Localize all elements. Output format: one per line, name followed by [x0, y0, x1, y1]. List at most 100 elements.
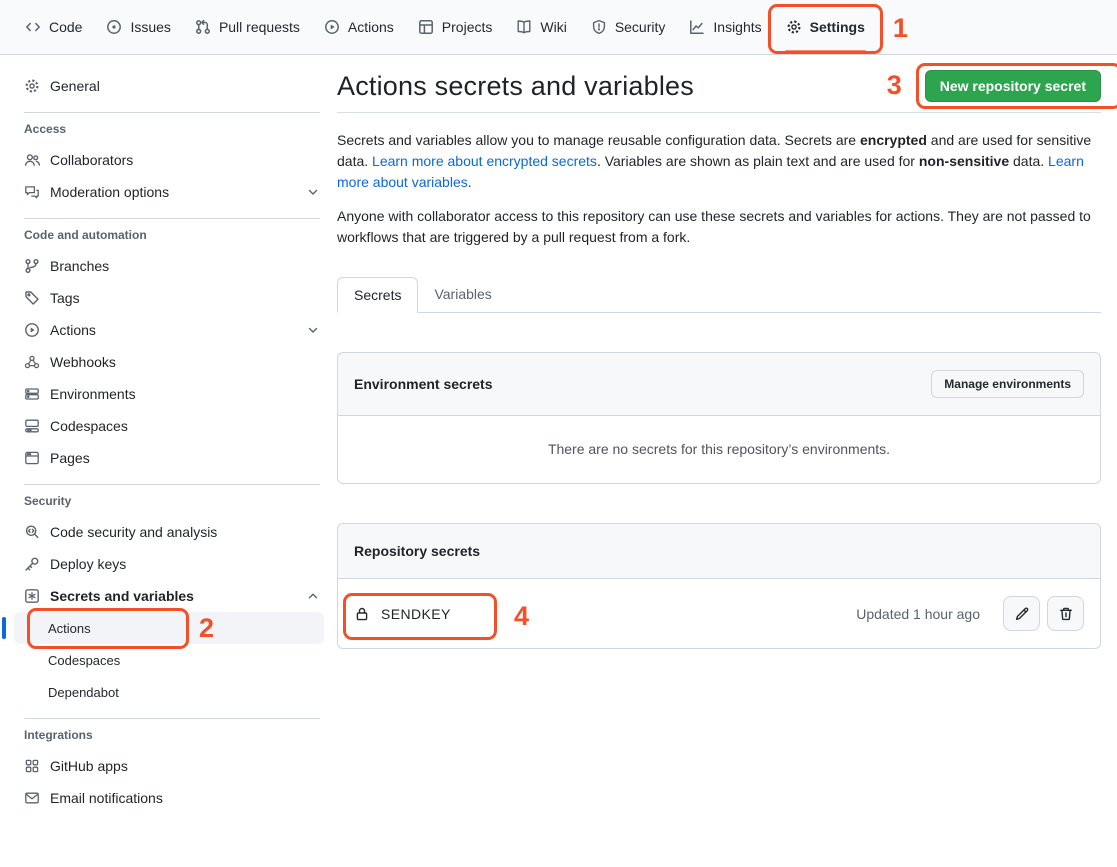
annotation-number-3: 3: [887, 72, 902, 99]
key-icon: [24, 556, 40, 572]
section-header-code-automation: Code and automation: [24, 228, 320, 242]
chevron-down-icon: [306, 185, 320, 199]
tab-label: Projects: [442, 19, 493, 35]
pencil-icon: [1014, 606, 1030, 622]
sidebar-subitem-codespaces[interactable]: Codespaces: [14, 644, 324, 676]
sidebar-item-label: Secrets and variables: [50, 588, 194, 604]
trash-icon: [1058, 606, 1074, 622]
sidebar-item-label: Branches: [50, 258, 109, 274]
title-divider: [337, 112, 1101, 113]
sidebar-item-label: Environments: [50, 386, 136, 402]
tab-wiki[interactable]: Wiki: [505, 11, 577, 43]
book-icon: [516, 19, 532, 35]
environment-secrets-title: Environment secrets: [354, 376, 493, 392]
sidebar-item-label: Tags: [50, 290, 80, 306]
code-icon: [25, 19, 41, 35]
collaborator-paragraph: Anyone with collaborator access to this …: [337, 206, 1101, 248]
divider: [24, 718, 320, 719]
sidebar-item-general[interactable]: General: [24, 70, 320, 102]
people-icon: [24, 152, 40, 168]
sidebar-item-label: Codespaces: [50, 418, 128, 434]
sidebar-subitem-label: Dependabot: [48, 685, 119, 700]
environment-secrets-panel: Environment secrets Manage environments …: [337, 352, 1101, 484]
sidebar-subitem-actions[interactable]: Actions 2: [14, 612, 324, 644]
gear-icon: [786, 19, 802, 35]
tab-secrets[interactable]: Secrets: [337, 277, 418, 313]
sidebar-item-code-security[interactable]: Code security and analysis: [24, 516, 320, 548]
sidebar-item-codespaces[interactable]: Codespaces: [24, 410, 320, 442]
sidebar-item-label: Moderation options: [50, 184, 169, 200]
sidebar-subitem-label: Codespaces: [48, 653, 120, 668]
sidebar-item-moderation-options[interactable]: Moderation options: [24, 176, 320, 208]
sidebar-item-label: General: [50, 78, 100, 94]
shield-icon: [591, 19, 607, 35]
main-content: Actions secrets and variables New reposi…: [337, 70, 1101, 649]
tab-actions[interactable]: Actions: [313, 11, 405, 43]
sidebar-subitem-dependabot[interactable]: Dependabot: [14, 676, 324, 708]
environment-secrets-header: Environment secrets Manage environments: [338, 353, 1100, 416]
tab-insights[interactable]: Insights: [678, 11, 772, 43]
sidebar-item-github-apps[interactable]: GitHub apps: [24, 750, 320, 782]
annotation-number-2: 2: [199, 615, 214, 642]
sidebar-item-secrets-and-variables[interactable]: Secrets and variables: [24, 580, 320, 612]
intro-text: data.: [1009, 153, 1048, 169]
tab-settings[interactable]: Settings: [775, 11, 876, 43]
tab-label: Insights: [713, 19, 761, 35]
sidebar-item-branches[interactable]: Branches: [24, 250, 320, 282]
sidebar-item-tags[interactable]: Tags: [24, 282, 320, 314]
tab-label: Security: [615, 19, 666, 35]
browser-icon: [24, 450, 40, 466]
annotation-number-1: 1: [893, 15, 908, 42]
asterisk-box-icon: [24, 588, 40, 604]
repo-tab-bar: Code Issues Pull requests Actions Projec…: [0, 0, 1117, 55]
graph-icon: [689, 19, 705, 35]
tab-pull-requests[interactable]: Pull requests: [184, 11, 311, 43]
tab-settings-wrap: Settings 1: [775, 11, 876, 43]
tab-code[interactable]: Code: [14, 11, 93, 43]
codescan-icon: [24, 524, 40, 540]
sidebar-item-pages[interactable]: Pages: [24, 442, 320, 474]
divider: [24, 218, 320, 219]
table-icon: [418, 19, 434, 35]
tab-variables[interactable]: Variables: [418, 277, 507, 313]
environment-secrets-empty-message: There are no secrets for this repository…: [338, 416, 1100, 483]
sidebar-item-label: GitHub apps: [50, 758, 128, 774]
sidebar-item-actions[interactable]: Actions: [24, 314, 320, 346]
sidebar-item-webhooks[interactable]: Webhooks: [24, 346, 320, 378]
sidebar-item-deploy-keys[interactable]: Deploy keys: [24, 548, 320, 580]
comment-discussion-icon: [24, 184, 40, 200]
tab-label: Pull requests: [219, 19, 300, 35]
delete-secret-button[interactable]: [1047, 596, 1084, 631]
apps-icon: [24, 758, 40, 774]
repository-secrets-title: Repository secrets: [354, 543, 480, 559]
git-pull-request-icon: [195, 19, 211, 35]
section-header-integrations: Integrations: [24, 728, 320, 742]
mail-icon: [24, 790, 40, 806]
page-title: Actions secrets and variables: [337, 71, 694, 102]
settings-sidebar: General Access Collaborators Moderation …: [0, 56, 337, 814]
play-icon: [24, 322, 40, 338]
tab-label: Settings: [810, 19, 865, 35]
manage-environments-button[interactable]: Manage environments: [931, 370, 1084, 398]
intro-text: Secrets and variables allow you to manag…: [337, 132, 860, 148]
intro-text: . Variables are shown as plain text and …: [597, 153, 919, 169]
tag-icon: [24, 290, 40, 306]
issue-opened-icon: [106, 19, 122, 35]
git-branch-icon: [24, 258, 40, 274]
tab-security[interactable]: Security: [580, 11, 677, 43]
secret-name-cell: SENDKEY 4: [354, 606, 451, 622]
sidebar-item-environments[interactable]: Environments: [24, 378, 320, 410]
edit-secret-button[interactable]: [1003, 596, 1040, 631]
sidebar-item-label: Collaborators: [50, 152, 133, 168]
tab-projects[interactable]: Projects: [407, 11, 504, 43]
new-repository-secret-button[interactable]: New repository secret: [925, 70, 1101, 102]
secret-name: SENDKEY: [381, 606, 451, 622]
sidebar-item-label: Deploy keys: [50, 556, 126, 572]
tab-issues[interactable]: Issues: [95, 11, 181, 43]
link-encrypted-secrets[interactable]: Learn more about encrypted secrets: [372, 153, 597, 169]
section-header-security: Security: [24, 494, 320, 508]
sidebar-item-email-notifications[interactable]: Email notifications: [24, 782, 320, 814]
tab-label: Wiki: [540, 19, 566, 35]
sidebar-item-collaborators[interactable]: Collaborators: [24, 144, 320, 176]
sidebar-item-label: Pages: [50, 450, 90, 466]
